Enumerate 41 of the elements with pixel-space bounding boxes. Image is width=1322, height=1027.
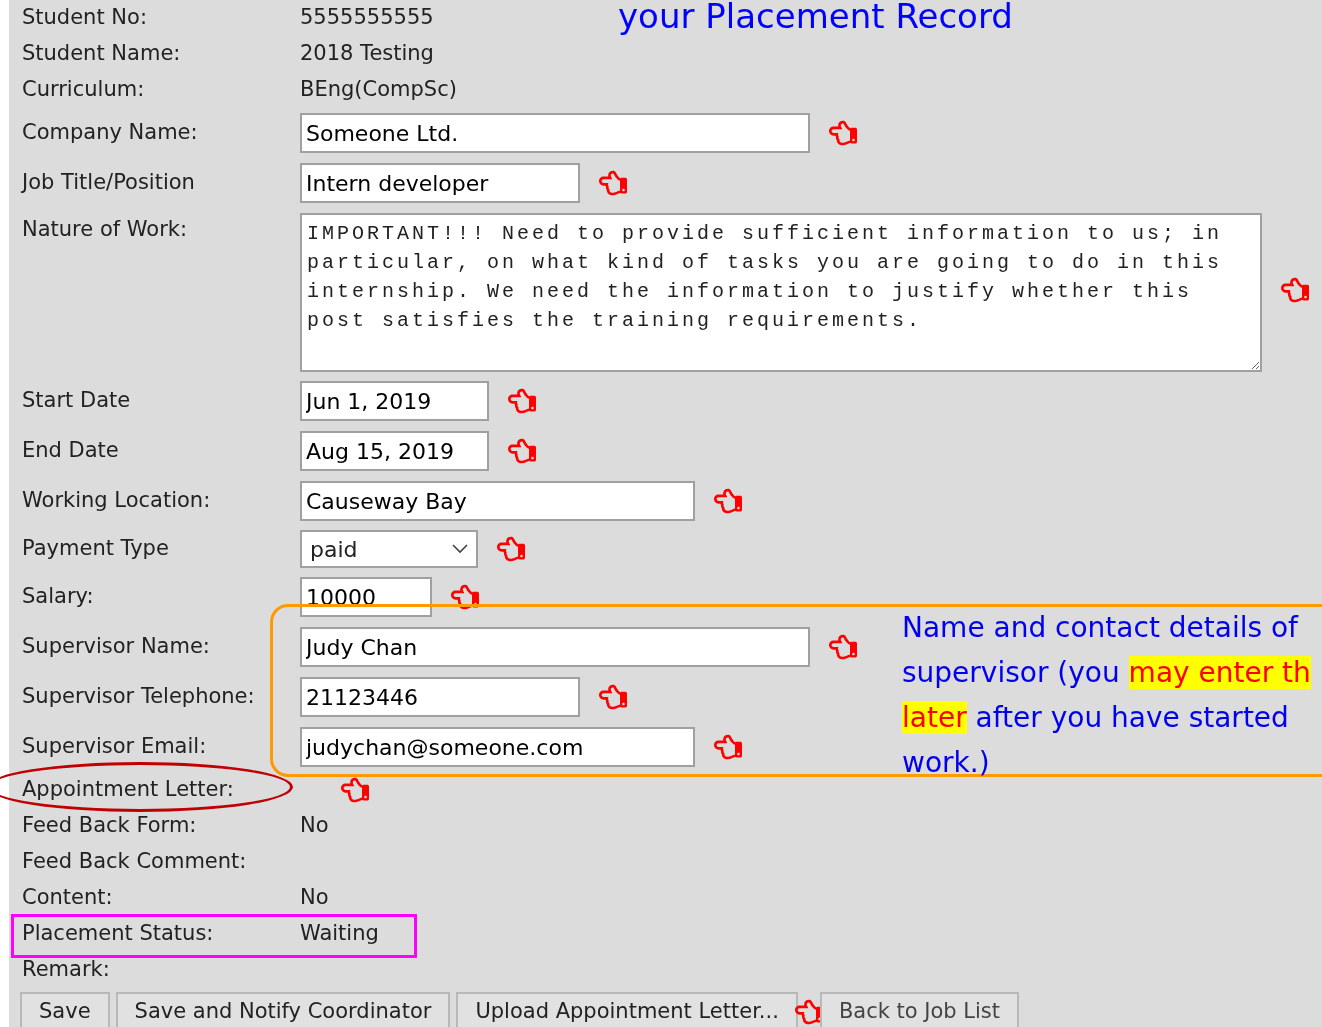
form-button[interactable]: Save and Notify Coordinator bbox=[115, 992, 451, 1027]
input-field[interactable]: Intern developer bbox=[300, 163, 580, 203]
dropdown[interactable]: paid bbox=[300, 530, 478, 568]
field-label: Start Date bbox=[22, 388, 131, 413]
field-label: Nature of Work: bbox=[22, 217, 188, 241]
field-label: Content: bbox=[22, 885, 113, 910]
field-value: BEng(CompSc) bbox=[300, 76, 457, 104]
field-label: Student No: bbox=[22, 5, 147, 30]
annotation-note: Name and contact details of supervisor (you may enter th later after you have started work.) bbox=[902, 610, 1311, 781]
field-label: Supervisor Email: bbox=[22, 734, 207, 759]
input-field[interactable]: 21123446 bbox=[300, 677, 580, 717]
field-label: Feed Back Comment: bbox=[22, 849, 247, 874]
field-label: Appointment Letter: bbox=[22, 777, 234, 802]
field-value: No bbox=[300, 812, 329, 840]
form-button[interactable]: Back to Job List bbox=[819, 992, 1020, 1027]
form-button[interactable]: Upload Appointment Letter... bbox=[456, 992, 798, 1027]
text-area[interactable]: IMPORTANT!!! Need to provide sufficient information to us; in particular, on what kind of tasks you are going to do in this internship. We need the information to justify whether this post satisfies the training requirements. bbox=[300, 213, 1262, 372]
input-field[interactable]: judychan@someone.com bbox=[300, 727, 695, 767]
field-label: End Date bbox=[22, 438, 119, 463]
field-label: Feed Back Form: bbox=[22, 813, 197, 838]
page-title: your Placement Record bbox=[618, 0, 1013, 36]
field-label: Supervisor Name: bbox=[22, 634, 210, 659]
input-field[interactable]: Someone Ltd. bbox=[300, 113, 810, 153]
field-label: Company Name: bbox=[22, 120, 198, 145]
field-value: 2018 Testing bbox=[300, 40, 434, 68]
field-label: Placement Status: bbox=[22, 921, 214, 946]
field-value: No bbox=[300, 884, 329, 912]
field-value: 5555555555 bbox=[300, 4, 434, 32]
chevron-down-icon bbox=[452, 544, 468, 554]
field-label: Job Title/Position bbox=[22, 170, 195, 195]
field-label: Payment Type bbox=[22, 536, 169, 561]
field-label: Curriculum: bbox=[22, 77, 145, 102]
field-label: Remark: bbox=[22, 957, 110, 982]
field-value: Waiting bbox=[300, 920, 379, 948]
input-field[interactable]: Causeway Bay bbox=[300, 481, 695, 521]
field-label: Student Name: bbox=[22, 41, 181, 66]
field-label: Working Location: bbox=[22, 488, 211, 513]
field-label: Supervisor Telephone: bbox=[22, 684, 255, 709]
input-field[interactable]: Aug 15, 2019 bbox=[300, 431, 489, 471]
field-label: Salary: bbox=[22, 584, 94, 609]
form-button[interactable]: Save bbox=[20, 992, 110, 1027]
